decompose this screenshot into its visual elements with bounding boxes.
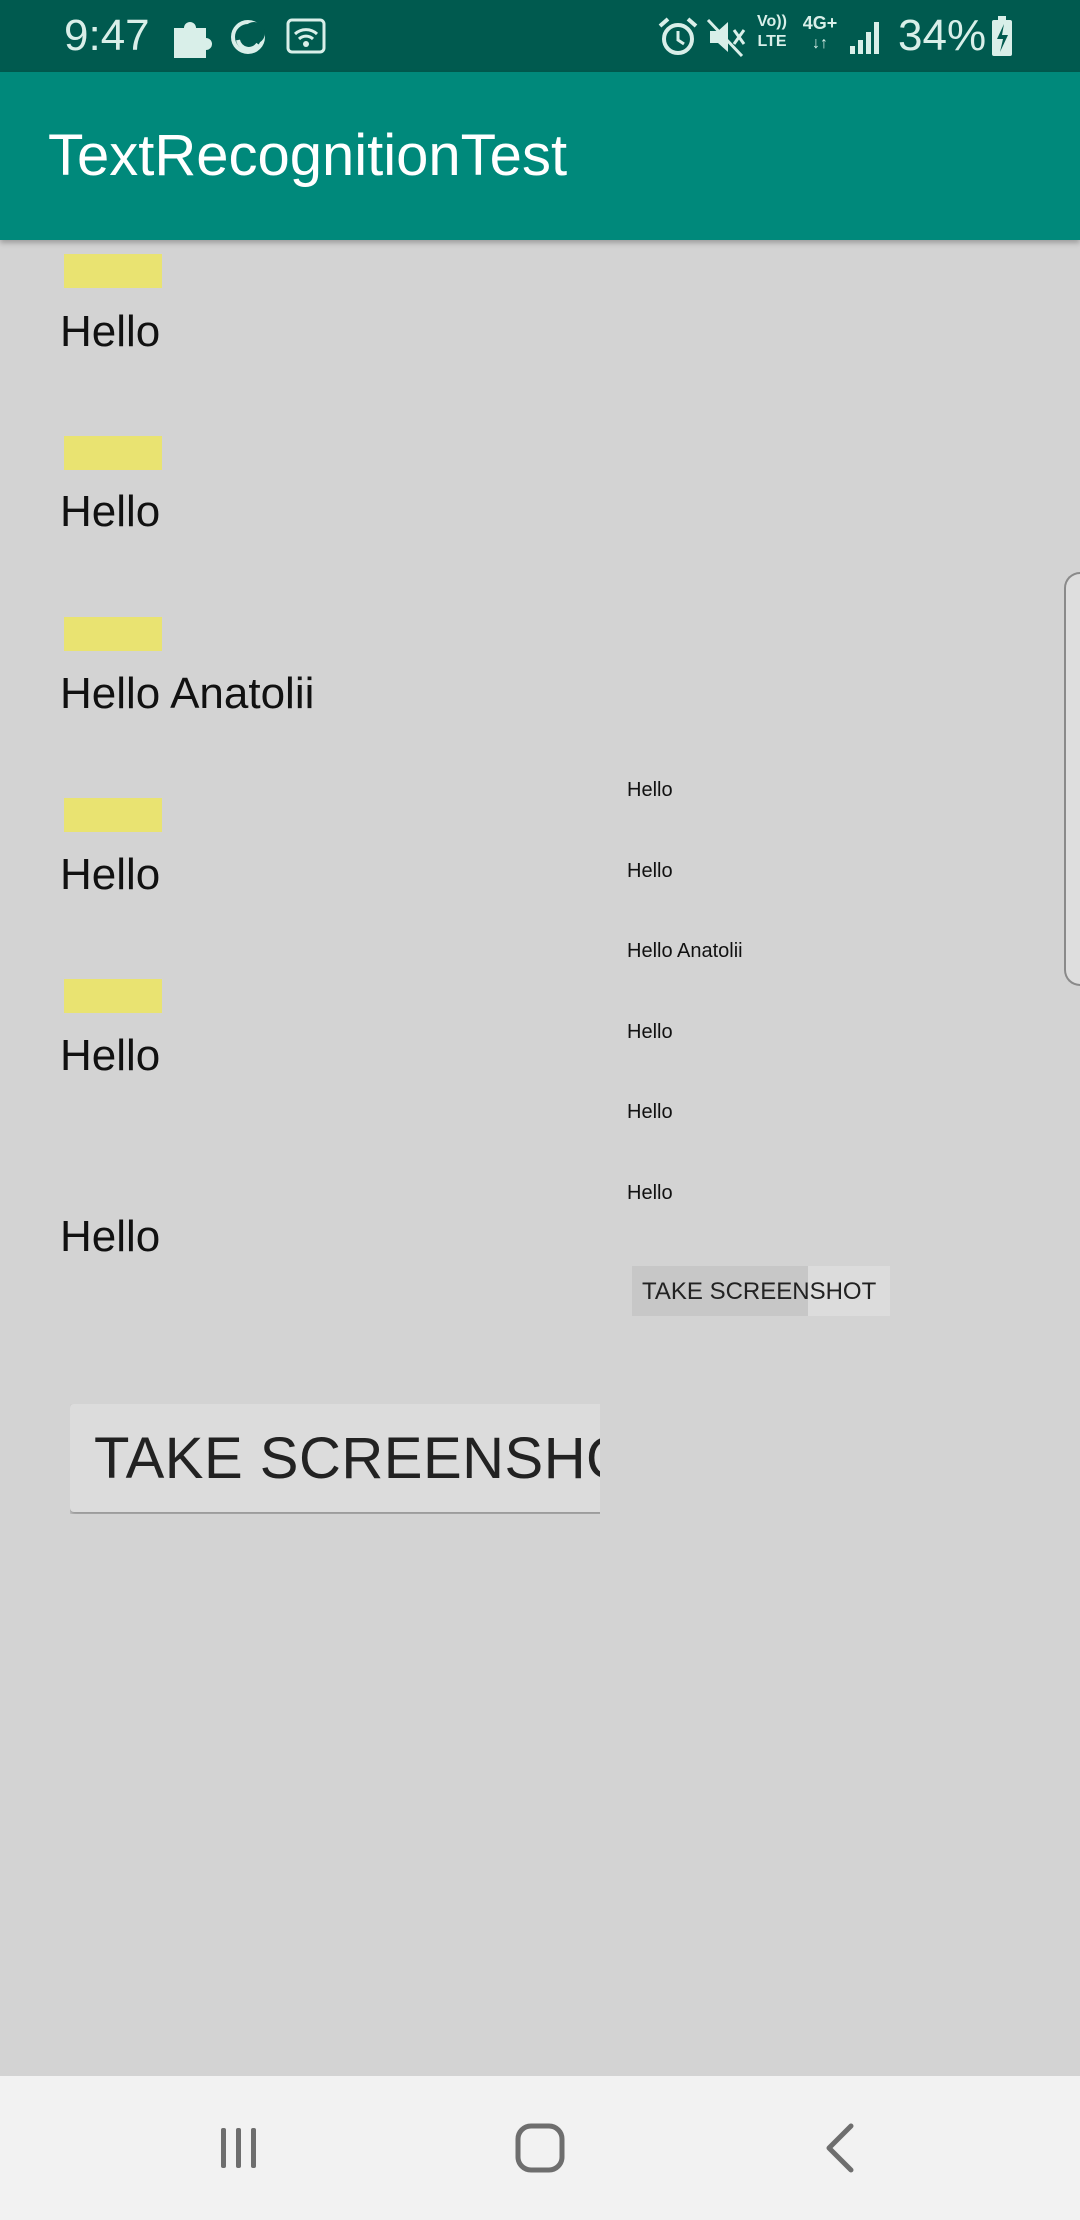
status-time: 9:47 (64, 11, 150, 60)
recents-button[interactable] (189, 2098, 289, 2198)
small-hello-text: Hello (627, 1182, 673, 1204)
hello-text: Hello (60, 487, 161, 536)
status-bar: 9:47 Vo)) LTE 4G+ ↓↑ 34% (0, 0, 1080, 72)
back-button[interactable] (793, 2098, 893, 2198)
alarm-icon (658, 17, 698, 55)
small-take-screenshot-button[interactable]: TAKE SCREENSHOT (632, 1266, 890, 1316)
highlight-bar (64, 979, 162, 1013)
small-button-label: TAKE SCREENSHOT (642, 1278, 877, 1305)
network-text: 4G+ (802, 13, 838, 33)
small-hello-anatolii-text: Hello Anatolii (627, 940, 743, 962)
highlight-bar (64, 254, 162, 288)
highlight-bar (64, 617, 162, 651)
back-icon (826, 2123, 854, 2173)
highlight-bar (64, 436, 162, 470)
puzzle-icon (174, 22, 212, 58)
signal-icon (850, 22, 879, 54)
small-hello-text: Hello (627, 860, 673, 882)
small-hello-text: Hello (627, 779, 673, 801)
app-title: TextRecognitionTest (48, 123, 568, 188)
volte-icon: Vo)) LTE (752, 12, 792, 52)
volte-bottom-text: LTE (757, 33, 787, 50)
4g-icon: 4G+ ↓↑ (800, 12, 840, 54)
battery-charging-icon (992, 16, 1012, 56)
wifi-icon (286, 18, 326, 54)
big-button-label: TAKE SCREENSHOT (94, 1426, 600, 1491)
small-hello-text: Hello (627, 1021, 673, 1043)
hello-text: Hello (60, 307, 161, 356)
edge-panel-handle[interactable] (1064, 572, 1080, 986)
battery-percent: 34% (898, 11, 987, 60)
moon-icon (231, 20, 265, 54)
highlight-bar (64, 798, 162, 832)
big-button-clip: TAKE SCREENSHOT (70, 1404, 600, 1514)
hello-text: Hello (60, 850, 161, 899)
hello-text: Hello (60, 1031, 161, 1080)
volte-top-text: Vo)) (757, 13, 787, 30)
take-screenshot-button[interactable]: TAKE SCREENSHOT (70, 1404, 600, 1512)
main-content: Hello Hello Hello Anatolii Hello Hello H… (0, 240, 1080, 2076)
home-button[interactable] (490, 2098, 590, 2198)
home-icon (515, 2123, 565, 2173)
recents-icon (221, 2128, 256, 2168)
hello-anatolii-text: Hello Anatolii (60, 669, 315, 718)
app-bar: TextRecognitionTest (0, 72, 1080, 240)
small-hello-text: Hello (627, 1101, 673, 1123)
mute-icon (706, 18, 746, 58)
navigation-bar (0, 2076, 1080, 2220)
hello-text: Hello (60, 1212, 161, 1261)
